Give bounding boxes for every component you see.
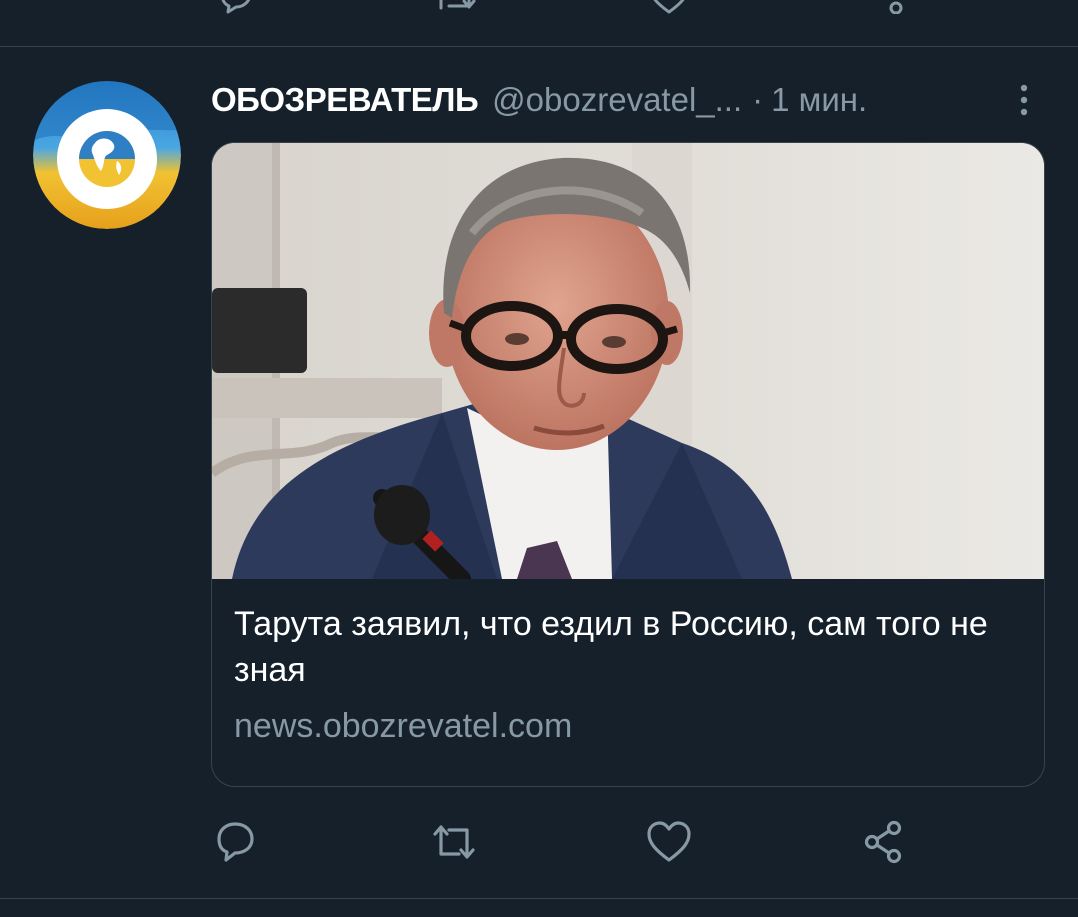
separator: · xyxy=(752,81,764,118)
previous-tweet-actions xyxy=(0,0,1078,46)
timestamp[interactable]: 1 мин. xyxy=(771,81,867,119)
link-card[interactable]: Тарута заявил, что ездил в Россию, сам т… xyxy=(211,142,1045,787)
tweet[interactable]: ОБОЗРЕВАТЕЛЬ @obozrevatel_... · 1 мин. Т… xyxy=(0,47,1078,897)
retweet-icon[interactable] xyxy=(429,817,479,867)
more-vertical-icon[interactable] xyxy=(1004,75,1044,125)
avatar[interactable] xyxy=(33,81,181,229)
reply-icon[interactable] xyxy=(211,817,261,867)
tweet-header: ОБОЗРЕВАТЕЛЬ @obozrevatel_... · 1 мин. xyxy=(211,75,971,125)
share-icon[interactable] xyxy=(862,0,906,14)
bottom-divider xyxy=(0,898,1078,899)
reply-icon[interactable] xyxy=(214,0,258,14)
card-text: Тарута заявил, что ездил в Россию, сам т… xyxy=(234,601,1024,749)
heart-icon[interactable] xyxy=(647,0,691,14)
share-icon[interactable] xyxy=(859,817,909,867)
heart-icon[interactable] xyxy=(644,817,694,867)
user-handle[interactable]: @obozrevatel_... xyxy=(492,81,742,119)
retweet-icon[interactable] xyxy=(433,0,477,14)
card-image xyxy=(212,143,1044,579)
display-name[interactable]: ОБОЗРЕВАТЕЛЬ xyxy=(211,81,479,119)
card-domain[interactable]: news.obozrevatel.com xyxy=(234,703,1024,749)
card-title[interactable]: Тарута заявил, что ездил в Россию, сам т… xyxy=(234,601,1024,693)
tweet-actions xyxy=(211,817,971,867)
